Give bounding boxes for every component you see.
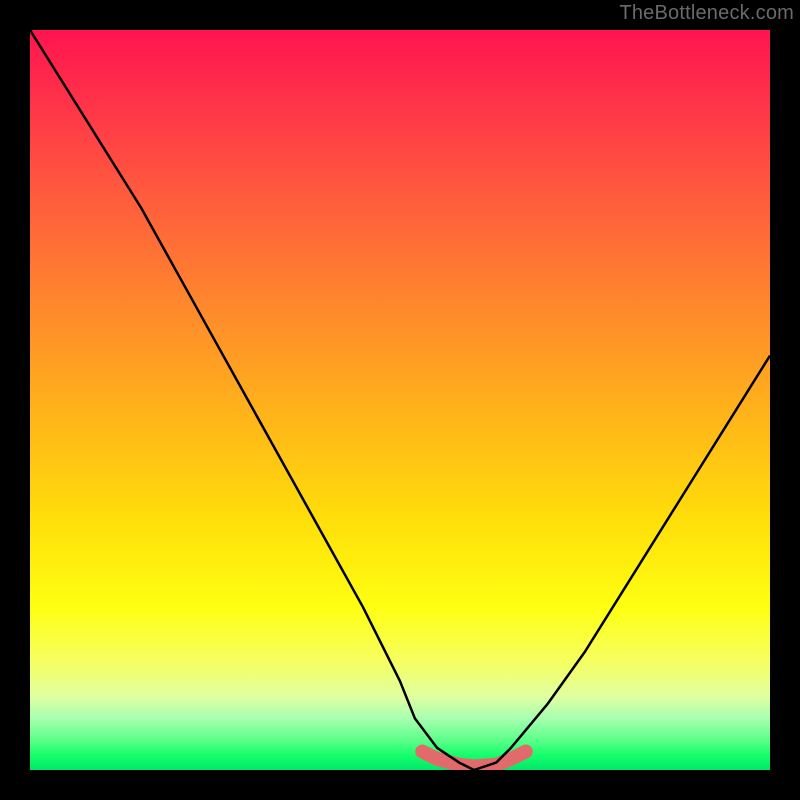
highlight-segment	[422, 752, 526, 767]
plot-area	[30, 30, 770, 770]
watermark-text: TheBottleneck.com	[619, 2, 794, 25]
bottleneck-curve	[30, 30, 770, 770]
curve-svg	[30, 30, 770, 770]
chart-frame: TheBottleneck.com	[0, 0, 800, 800]
